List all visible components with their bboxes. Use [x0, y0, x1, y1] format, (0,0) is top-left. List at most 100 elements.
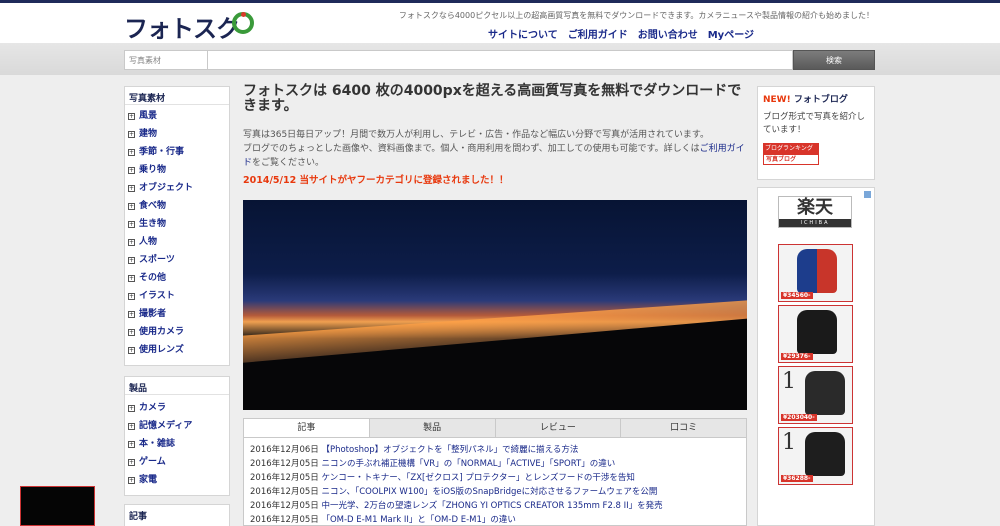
nav-mypage[interactable]: Myページ	[708, 26, 754, 41]
blog-heading[interactable]: NEW! フォトブログ	[763, 92, 869, 105]
search-category-select[interactable]: 写真素材	[124, 50, 208, 70]
sidebar-item-label: 乗り物	[139, 165, 167, 175]
page-title: フォトスクは 6400 枚の4000pxを超える高画質写真を無料でダウンロードで…	[243, 83, 742, 114]
sidebar-products: 製品 + カメラ + 記憶メディア + 本・雑誌 + ゲーム + 家電	[124, 376, 230, 496]
ad-price: ¥29376-	[781, 353, 813, 360]
sidebar-item-label: 記憶メディア	[139, 421, 193, 431]
plus-icon: +	[128, 404, 135, 412]
tab-products[interactable]: 製品	[370, 419, 496, 437]
sidebar-item-memory-media[interactable]: + 記憶メディア	[125, 417, 229, 435]
news-title-link[interactable]: ケンコー・トキナー、「ZX[ゼクロス] プロテクター」とレンズフードの干渉を告知	[321, 473, 634, 483]
nav-guide[interactable]: ご利用ガイド	[568, 26, 628, 41]
sidebar-item-label: カメラ	[139, 403, 167, 413]
jacket-image	[805, 371, 845, 415]
news-title-link[interactable]: 「OM-D E-M1 Mark II」と「OM-D E-M1」の違い	[321, 515, 515, 525]
sidebar-title-products: 製品	[125, 377, 229, 395]
wreath-icon	[232, 12, 254, 34]
plus-icon: +	[128, 274, 135, 282]
plus-icon: +	[128, 476, 135, 484]
sidebar-item-label: ゲーム	[139, 457, 166, 467]
sidebar-item-landscape[interactable]: + 風景	[125, 107, 229, 125]
sidebar-item-sports[interactable]: + スポーツ	[125, 251, 229, 269]
sidebar-title-articles: 記事	[129, 512, 148, 522]
plus-icon: +	[128, 422, 135, 430]
search-input[interactable]	[208, 50, 793, 70]
tab-word-of-mouth[interactable]: 口コミ	[621, 419, 746, 437]
sidebar-item-cameras[interactable]: + 使用カメラ	[125, 323, 229, 341]
rakuten-logo-text: 楽天	[797, 197, 833, 218]
sidebar-item-other[interactable]: + その他	[125, 269, 229, 287]
nav-about[interactable]: サイトについて	[488, 26, 558, 41]
sidebar-item-label: イラスト	[139, 291, 175, 301]
sidebar-item-food[interactable]: + 食べ物	[125, 197, 229, 215]
plus-icon: +	[128, 440, 135, 448]
list-item: 2016年12月05日 中一光学、2万台の望遠レンズ「ZHONG YI OPTI…	[250, 499, 740, 513]
ad-product[interactable]: ¥34560-	[778, 244, 853, 302]
plus-icon: +	[128, 130, 135, 138]
top-nav: サイトについて ご利用ガイド お問い合わせ Myページ	[488, 26, 754, 41]
sidebar-item-appliances[interactable]: + 家電	[125, 471, 229, 489]
site-tagline: フォトスクなら4000ピクセル以上の超高画質写真を無料でダウンロードできます。カ…	[398, 11, 874, 20]
sidebar-item-label: 食べ物	[139, 201, 167, 211]
sidebar-item-vehicles[interactable]: + 乗り物	[125, 161, 229, 179]
news-title-link[interactable]: 中一光学、2万台の望遠レンズ「ZHONG YI OPTICS CREATOR 1…	[321, 501, 662, 511]
plus-icon: +	[128, 256, 135, 264]
sidebar-item-books[interactable]: + 本・雑誌	[125, 435, 229, 453]
list-item: 2016年12月05日 「OM-D E-M1 Mark II」と「OM-D E-…	[250, 513, 740, 526]
sidebar-item-creatures[interactable]: + 生き物	[125, 215, 229, 233]
nav-contact[interactable]: お問い合わせ	[638, 26, 698, 41]
sidebar-item-label: 建物	[139, 129, 158, 139]
plus-icon: +	[128, 148, 135, 156]
sidebar-item-games[interactable]: + ゲーム	[125, 453, 229, 471]
sidebar-item-label: 本・雑誌	[139, 439, 176, 449]
list-item: 2016年12月05日 ニコン、「COOLPIX W100」をiOS版のSnap…	[250, 485, 740, 499]
news-date: 2016年12月05日	[250, 515, 319, 525]
sidebar-item-label: 撮影者	[139, 309, 167, 319]
tab-articles[interactable]: 記事	[244, 419, 370, 437]
ad-number: 1	[782, 369, 796, 394]
rakuten-logo[interactable]: 楽天 ICHIBA	[778, 196, 852, 228]
ad-number: 1	[782, 430, 796, 455]
ad-product[interactable]: 1 ¥203040-	[778, 366, 853, 424]
sidebar-item-people[interactable]: + 人物	[125, 233, 229, 251]
ad-product-dark[interactable]	[20, 486, 95, 526]
photo-blog-box: NEW! フォトブログ ブログ形式で写真を紹介しています！ ブログランキング 写…	[757, 86, 875, 180]
news-title-link[interactable]: 【Photoshop】オブジェクトを「整列パネル」で綺麗に揃える方法	[321, 445, 578, 455]
sidebar-item-label: スポーツ	[139, 255, 175, 265]
content-tabs: 記事 製品 レビュー 口コミ	[243, 418, 747, 438]
sidebar-item-label: 風景	[139, 111, 158, 121]
sidebar-item-objects[interactable]: + オブジェクト	[125, 179, 229, 197]
news-date: 2016年12月06日	[250, 445, 319, 455]
intro-line-1: 写真は365日毎日アップ！月間で数万人が利用し、テレビ・広告・作品など幅広い分野…	[243, 130, 710, 140]
sidebar-item-lenses[interactable]: + 使用レンズ	[125, 341, 229, 359]
sidebar-item-photographers[interactable]: + 撮影者	[125, 305, 229, 323]
sidebar-item-illustration[interactable]: + イラスト	[125, 287, 229, 305]
new-badge: NEW!	[763, 95, 791, 105]
hero-photo[interactable]	[243, 200, 747, 410]
sidebar-item-camera[interactable]: + カメラ	[125, 399, 229, 417]
news-title-link[interactable]: ニコン、「COOLPIX W100」をiOS版のSnapBridgeに対応させる…	[321, 487, 657, 497]
ad-product[interactable]: ¥29376-	[778, 305, 853, 363]
sidebar-photo-categories: 写真素材 + 風景 + 建物 + 季節・行事 + 乗り物 + オブジェクト + 食べ物 + 生…	[124, 86, 230, 366]
sidebar-item-seasons[interactable]: + 季節・行事	[125, 143, 229, 161]
plus-icon: +	[128, 112, 135, 120]
sidebar-item-buildings[interactable]: + 建物	[125, 125, 229, 143]
site-logo[interactable]: フォトスク	[124, 9, 240, 44]
list-item: 2016年12月05日 ニコンの手ぶれ補正機構「VR」の「NORMAL」「ACT…	[250, 457, 740, 471]
sidebar-articles: 記事	[124, 504, 230, 526]
search-button[interactable]: 検索	[793, 50, 875, 70]
photo-blog-badge[interactable]: 写真ブログ	[763, 154, 819, 165]
sidebar-item-label: 使用カメラ	[139, 327, 185, 337]
ad-info-icon[interactable]	[864, 191, 871, 198]
sidebar-item-label: 家電	[139, 475, 158, 485]
blog-ranking-badge[interactable]: ブログランキング	[763, 143, 819, 154]
news-title-link[interactable]: ニコンの手ぶれ補正機構「VR」の「NORMAL」「ACTIVE」「SPORT」の…	[321, 459, 615, 469]
plus-icon: +	[128, 458, 135, 466]
plus-icon: +	[128, 184, 135, 192]
rakuten-logo-sub: ICHIBA	[779, 219, 851, 227]
plus-icon: +	[128, 292, 135, 300]
jacket-image	[805, 432, 845, 476]
tab-reviews[interactable]: レビュー	[496, 419, 622, 437]
blog-description: ブログ形式で写真を紹介しています！	[763, 112, 866, 135]
ad-product[interactable]: 1 ¥36288-	[778, 427, 853, 485]
